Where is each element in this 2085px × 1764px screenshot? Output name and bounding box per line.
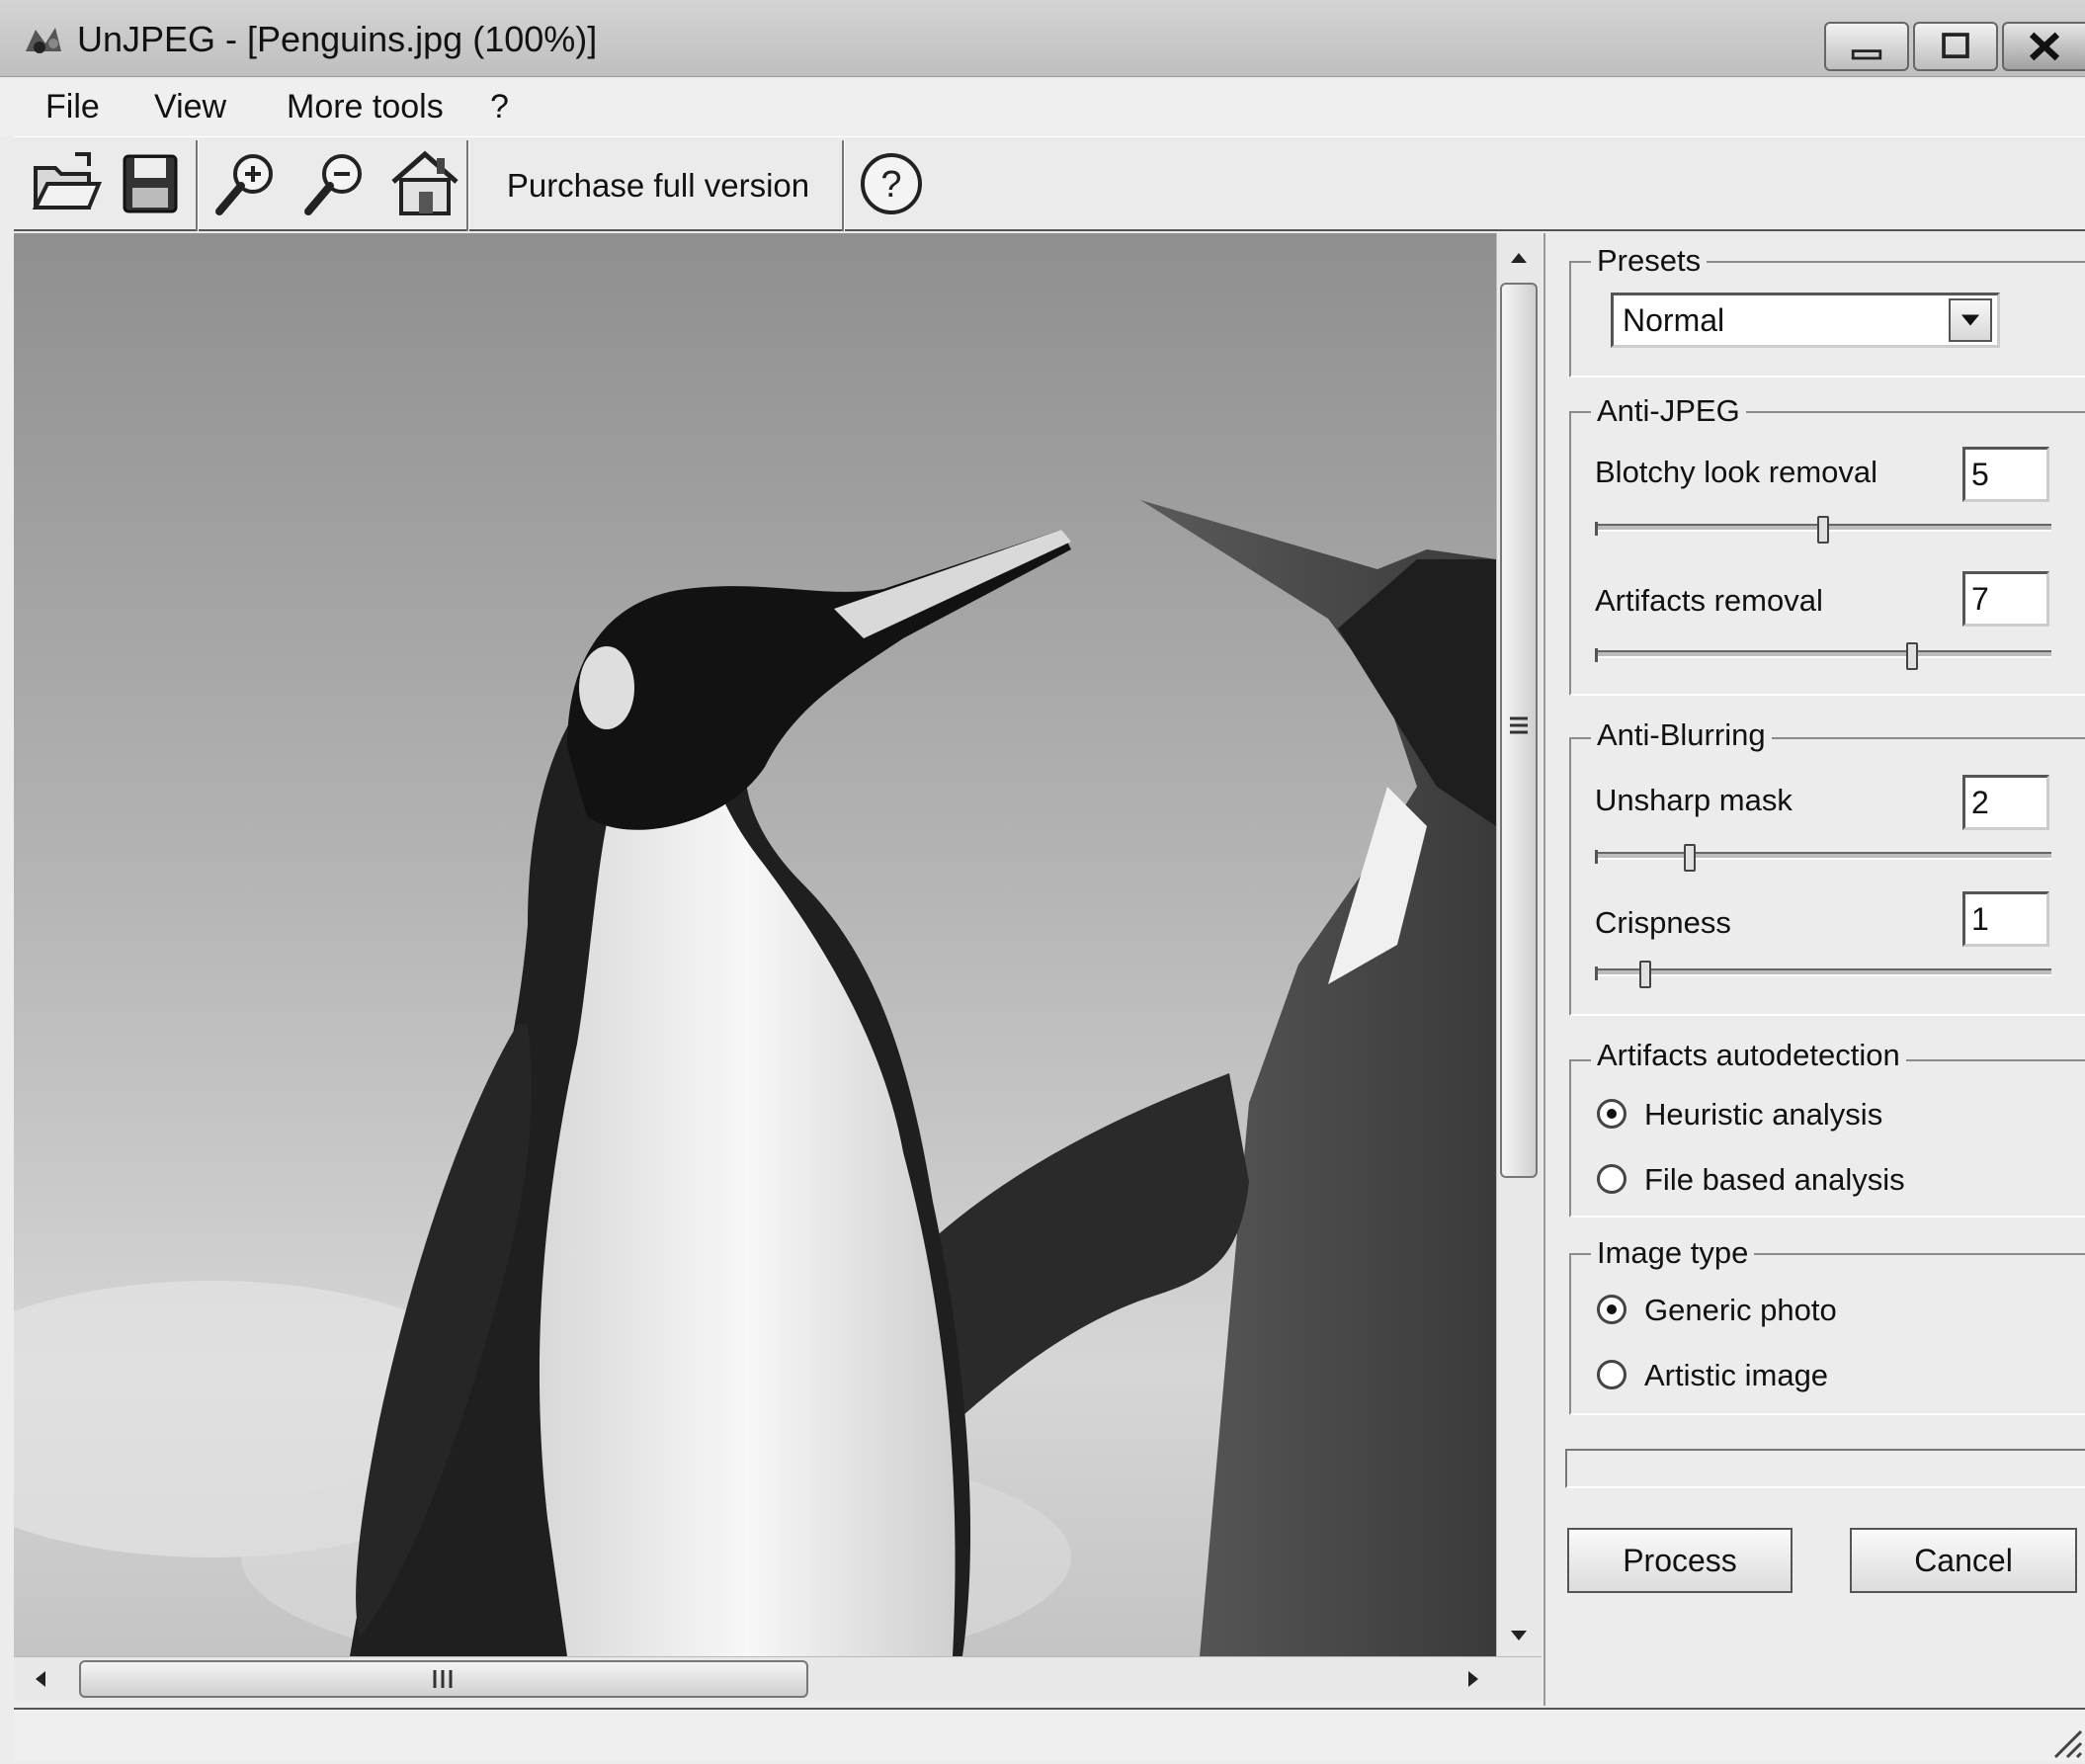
- menu-help[interactable]: ?: [490, 85, 509, 128]
- generic-photo-radio[interactable]: [1597, 1295, 1626, 1324]
- slider-thumb[interactable]: [1817, 516, 1829, 544]
- slider-thumb[interactable]: [1906, 642, 1918, 670]
- svg-text:?: ?: [880, 164, 901, 206]
- generic-photo-label[interactable]: Generic photo: [1644, 1291, 1837, 1330]
- zoom-in-icon: [215, 154, 273, 215]
- presets-label: Presets: [1591, 243, 1708, 279]
- heuristic-analysis-radio[interactable]: [1597, 1099, 1626, 1129]
- menu-file[interactable]: File: [45, 85, 100, 128]
- slider-tick: [1595, 522, 1598, 536]
- crispness-input[interactable]: 1: [1962, 891, 2049, 947]
- toolbar-separator: [196, 140, 199, 231]
- close-button[interactable]: [2002, 22, 2085, 71]
- scroll-up-arrow-icon[interactable]: [1504, 243, 1534, 273]
- minimize-icon: [1851, 49, 1882, 60]
- unsharp-mask-slider[interactable]: [1595, 840, 2051, 880]
- anti-blurring-label: Anti-Blurring: [1591, 717, 1772, 753]
- app-logo-icon: [22, 22, 65, 61]
- artistic-image-radio[interactable]: [1597, 1360, 1626, 1389]
- slider-thumb[interactable]: [1639, 961, 1651, 988]
- artifacts-removal-input[interactable]: 7: [1962, 571, 2049, 627]
- menu-more-tools[interactable]: More tools: [287, 85, 444, 128]
- crispness-label: Crispness: [1595, 905, 1731, 940]
- home-button[interactable]: [385, 144, 464, 223]
- grip-icon: [1508, 714, 1530, 737]
- file-based-analysis-label[interactable]: File based analysis: [1644, 1160, 1905, 1200]
- slider-track: [1595, 650, 2051, 658]
- heuristic-analysis-label[interactable]: Heuristic analysis: [1644, 1095, 1882, 1134]
- slider-thumb[interactable]: [1684, 844, 1696, 872]
- artifacts-autodetection-label: Artifacts autodetection: [1591, 1038, 1906, 1073]
- open-folder-icon: [32, 152, 102, 210]
- scroll-left-arrow-icon[interactable]: [26, 1664, 55, 1694]
- zoom-out-button[interactable]: [296, 144, 375, 223]
- save-button[interactable]: [111, 144, 190, 223]
- maximize-icon: [1942, 33, 1969, 58]
- status-bar: [14, 1708, 2085, 1761]
- slider-track: [1595, 852, 2051, 860]
- image-canvas[interactable]: [14, 233, 1496, 1656]
- help-button[interactable]: ?: [858, 150, 925, 217]
- blotchy-removal-label: Blotchy look removal: [1595, 455, 1878, 489]
- cancel-button[interactable]: Cancel: [1850, 1528, 2077, 1593]
- chevron-down-icon[interactable]: [1949, 298, 1992, 342]
- anti-jpeg-label: Anti-JPEG: [1591, 393, 1746, 429]
- help-icon: ?: [861, 153, 922, 214]
- slider-tick: [1595, 850, 1598, 864]
- progress-bar: [1565, 1449, 2085, 1488]
- crispness-slider[interactable]: [1595, 957, 2051, 996]
- slider-tick: [1595, 966, 1598, 980]
- artistic-image-label[interactable]: Artistic image: [1644, 1356, 1828, 1395]
- unsharp-mask-input[interactable]: 2: [1962, 775, 2049, 830]
- open-button[interactable]: [26, 144, 105, 223]
- grip-icon: [429, 1668, 457, 1690]
- home-icon: [391, 150, 459, 215]
- slider-tick: [1595, 648, 1598, 662]
- zoom-out-icon: [304, 154, 362, 215]
- purchase-full-version-button[interactable]: Purchase full version: [480, 158, 836, 213]
- preset-selected-value: Normal: [1623, 302, 1725, 338]
- penguins-photo: [14, 233, 1496, 1656]
- save-disk-icon: [123, 154, 178, 213]
- blotchy-removal-input[interactable]: 5: [1962, 447, 2049, 502]
- unsharp-mask-label: Unsharp mask: [1595, 783, 1793, 817]
- zoom-in-button[interactable]: [208, 144, 287, 223]
- process-button[interactable]: Process: [1567, 1528, 1793, 1593]
- blotchy-removal-slider[interactable]: [1595, 512, 2051, 551]
- image-type-label: Image type: [1591, 1235, 1755, 1271]
- toolbar-separator: [842, 140, 845, 231]
- toolbar-separator: [466, 140, 469, 231]
- slider-track: [1595, 968, 2051, 976]
- close-icon: [2029, 32, 2060, 61]
- resize-grip-icon[interactable]: [2045, 1722, 2083, 1759]
- scroll-right-arrow-icon[interactable]: [1459, 1664, 1488, 1694]
- window-title: UnJPEG - [Penguins.jpg (100%)]: [77, 19, 598, 59]
- menu-view[interactable]: View: [154, 85, 226, 128]
- maximize-button[interactable]: [1913, 22, 1998, 71]
- artifacts-removal-slider[interactable]: [1595, 638, 2051, 678]
- scroll-down-arrow-icon[interactable]: [1504, 1621, 1534, 1650]
- file-based-analysis-radio[interactable]: [1597, 1164, 1626, 1194]
- minimize-button[interactable]: [1824, 22, 1909, 71]
- artifacts-removal-label: Artifacts removal: [1595, 583, 1823, 618]
